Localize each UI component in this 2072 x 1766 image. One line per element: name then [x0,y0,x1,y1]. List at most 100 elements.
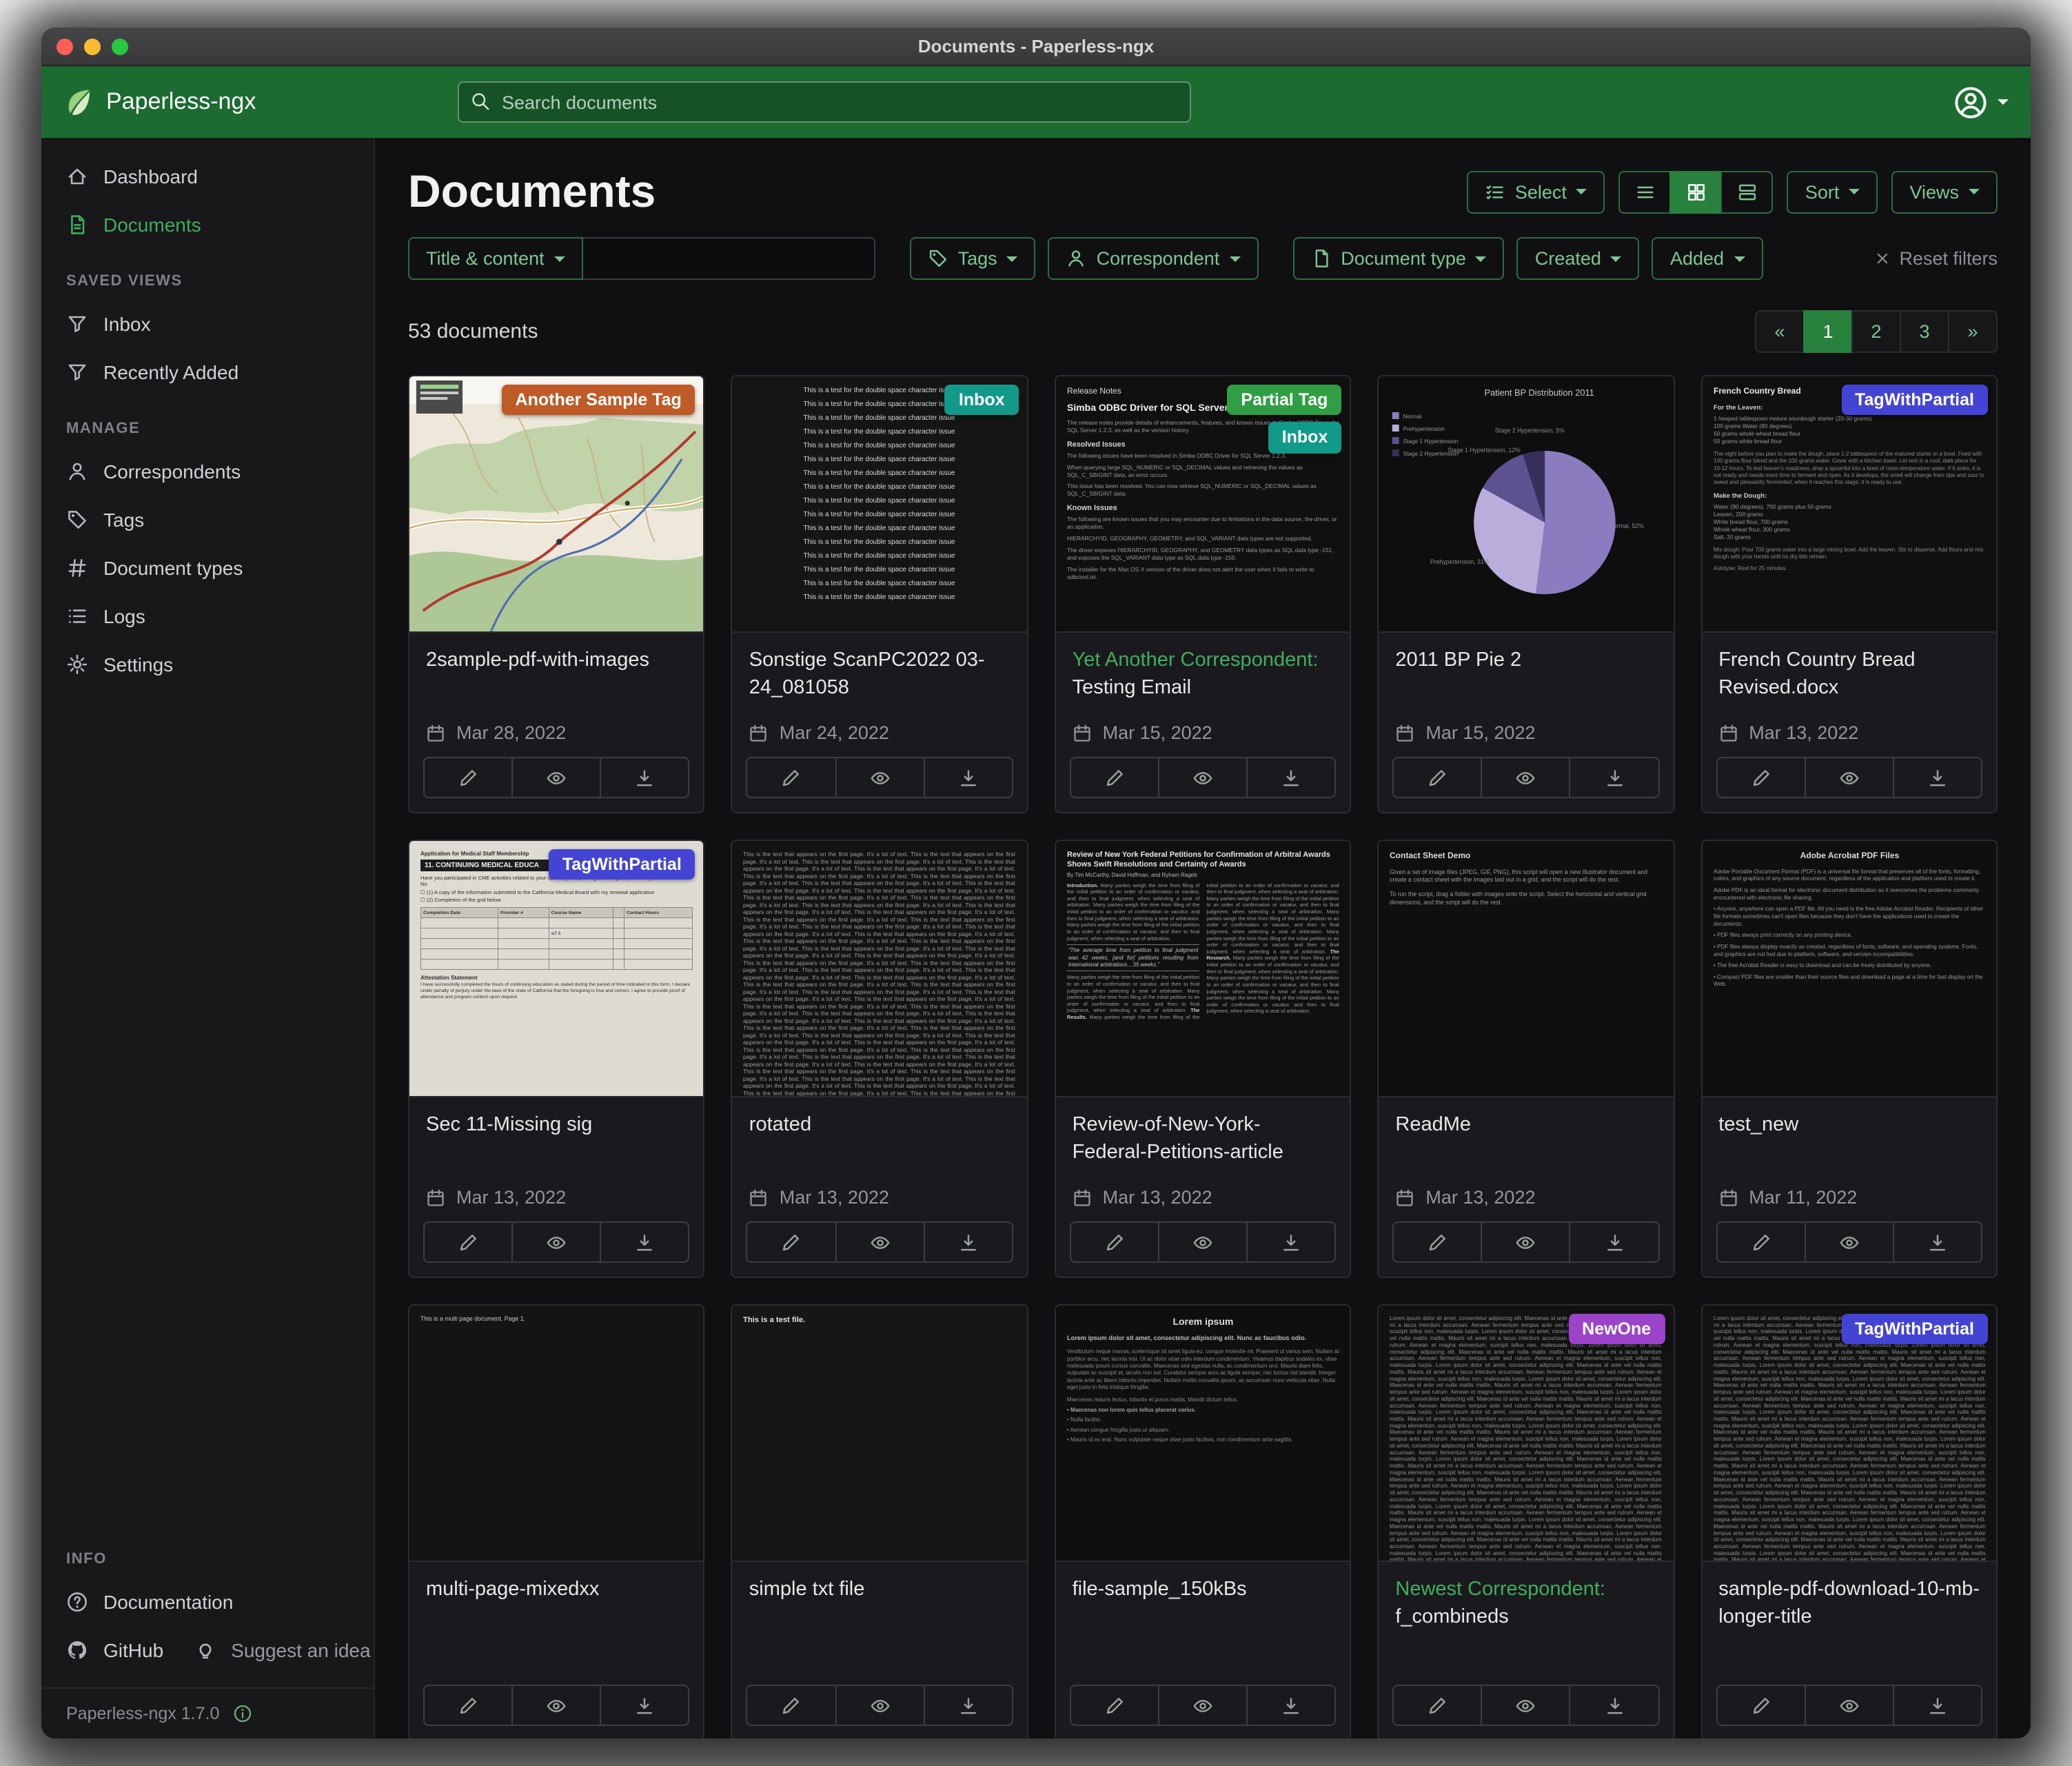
document-title[interactable]: Newest Correspondent: f_combineds [1395,1576,1656,1632]
document-thumbnail[interactable]: This is a test file. [733,1306,1027,1562]
document-title[interactable]: Yet Another Correspondent: Testing Email [1073,647,1334,703]
view-document-button[interactable] [1159,1686,1248,1725]
pagination-page-3[interactable]: 3 [1900,310,1949,353]
pagination-page-2[interactable]: 2 [1851,310,1901,353]
edit-document-button[interactable] [1717,758,1805,797]
reset-filters-button[interactable]: Reset filters [1873,248,1998,269]
tag-badge-partial-tag[interactable]: Partial Tag [1227,385,1341,416]
download-document-button[interactable] [1894,1223,1981,1261]
edit-document-button[interactable] [1717,1223,1805,1261]
sidebar-item-github[interactable]: GitHub [41,1625,188,1674]
sidebar-item-dashboard[interactable]: Dashboard [41,152,374,200]
minimize-window-button[interactable] [84,38,101,54]
correspondent-filter-button[interactable]: Correspondent [1048,237,1259,280]
download-document-button[interactable] [924,1223,1011,1261]
tag-badge-another-sample-tag[interactable]: Another Sample Tag [502,385,695,416]
views-button[interactable]: Views [1891,170,1998,213]
sidebar-item-recently-added[interactable]: Recently Added [41,347,374,396]
edit-document-button[interactable] [1394,1686,1482,1725]
document-title[interactable]: test_new [1718,1111,1980,1168]
document-thumbnail[interactable]: This is a multi page document. Page 1. [409,1306,704,1562]
download-document-button[interactable] [1571,1686,1658,1725]
user-menu[interactable] [1953,85,2009,119]
pagination-page-1[interactable]: 1 [1803,310,1853,353]
app-brand[interactable]: Paperless-ngx [63,87,372,117]
sort-button[interactable]: Sort [1787,170,1878,213]
view-list-button[interactable] [1619,170,1672,213]
tag-badge-inbox[interactable]: Inbox [1268,423,1342,454]
edit-document-button[interactable] [748,758,836,797]
download-document-button[interactable] [1571,1223,1658,1261]
edit-document-button[interactable] [425,1686,513,1725]
view-document-button[interactable] [1805,1686,1893,1725]
edit-document-button[interactable] [1071,1223,1159,1261]
download-document-button[interactable] [1248,1223,1334,1261]
view-document-button[interactable] [836,1223,924,1261]
tags-filter-button[interactable]: Tags [910,237,1036,280]
edit-document-button[interactable] [1394,1223,1482,1261]
view-details-button[interactable] [1721,170,1774,213]
view-document-button[interactable] [1159,1223,1248,1261]
document-title[interactable]: 2sample-pdf-with-images [426,647,687,703]
document-thumbnail[interactable]: This is the text that appears on the fir… [733,841,1027,1097]
document-title[interactable]: simple txt file [749,1576,1010,1632]
sidebar-item-inbox[interactable]: Inbox [41,299,374,347]
tag-badge-inbox[interactable]: Inbox [945,385,1019,416]
download-document-button[interactable] [602,1223,689,1261]
document-title[interactable]: sample-pdf-download-10-mb-longer-title [1718,1576,1980,1632]
edit-document-button[interactable] [425,1223,513,1261]
tag-badge-tagwithpartial[interactable]: TagWithPartial [1841,1314,1988,1345]
close-window-button[interactable] [57,38,73,54]
view-document-button[interactable] [1483,758,1571,797]
view-document-button[interactable] [513,758,601,797]
document-title[interactable]: Review-of-New-York-Federal-Petitions-art… [1073,1111,1334,1168]
edit-document-button[interactable] [1071,1686,1159,1725]
view-document-button[interactable] [513,1223,601,1261]
added-filter-button[interactable]: Added [1652,237,1763,280]
document-title[interactable]: Sonstige ScanPC2022 03-24_081058 [749,647,1010,703]
view-document-button[interactable] [836,1686,924,1725]
view-document-button[interactable] [1805,758,1893,797]
tag-badge-tagwithpartial[interactable]: TagWithPartial [549,849,695,880]
info-icon[interactable] [233,1704,252,1723]
search-input[interactable] [458,81,1191,123]
download-document-button[interactable] [1894,1686,1981,1725]
view-document-button[interactable] [513,1686,601,1725]
download-document-button[interactable] [1248,758,1334,797]
download-document-button[interactable] [1571,758,1658,797]
sidebar-item-settings[interactable]: Settings [41,640,374,688]
edit-document-button[interactable] [1071,758,1159,797]
download-document-button[interactable] [602,1686,689,1725]
download-document-button[interactable] [1248,1686,1334,1725]
view-document-button[interactable] [1159,758,1248,797]
edit-document-button[interactable] [1717,1686,1805,1725]
view-grid-button[interactable] [1670,170,1723,213]
title-content-filter-input[interactable] [583,237,875,280]
view-document-button[interactable] [1483,1686,1571,1725]
sidebar-item-suggest-an-idea[interactable]: Suggest an idea [188,1625,395,1674]
download-document-button[interactable] [924,758,1011,797]
sidebar-item-documentation[interactable]: Documentation [41,1577,258,1625]
document-thumbnail[interactable]: Review of New York Federal Petitions for… [1056,841,1350,1097]
document-title[interactable]: multi-page-mixedxx [426,1576,687,1632]
download-document-button[interactable] [1894,758,1981,797]
document-thumbnail[interactable]: Lorem ipsumLorem ipsum dolor sit amet, c… [1056,1306,1350,1562]
download-document-button[interactable] [924,1686,1011,1725]
document-title[interactable]: rotated [749,1111,1010,1168]
edit-document-button[interactable] [748,1223,836,1261]
document-thumbnail[interactable]: Contact Sheet DemoGiven a set of image f… [1379,841,1673,1097]
document-thumbnail[interactable]: Adobe Acrobat PDF FilesAdobe Portable Do… [1702,841,1996,1097]
pagination-next-button[interactable]: » [1948,310,1998,353]
sidebar-item-logs[interactable]: Logs [41,591,374,640]
select-button[interactable]: Select [1467,170,1605,213]
view-document-button[interactable] [836,758,924,797]
edit-document-button[interactable] [425,758,513,797]
document-title[interactable]: file-sample_150kBs [1073,1576,1334,1632]
view-document-button[interactable] [1483,1223,1571,1261]
sidebar-item-document-types[interactable]: Document types [41,543,374,591]
view-document-button[interactable] [1805,1223,1893,1261]
created-filter-button[interactable]: Created [1517,237,1640,280]
sidebar-item-correspondents[interactable]: Correspondents [41,447,374,495]
pagination-prev-button[interactable]: « [1755,310,1805,353]
document-title[interactable]: 2011 BP Pie 2 [1395,647,1656,703]
